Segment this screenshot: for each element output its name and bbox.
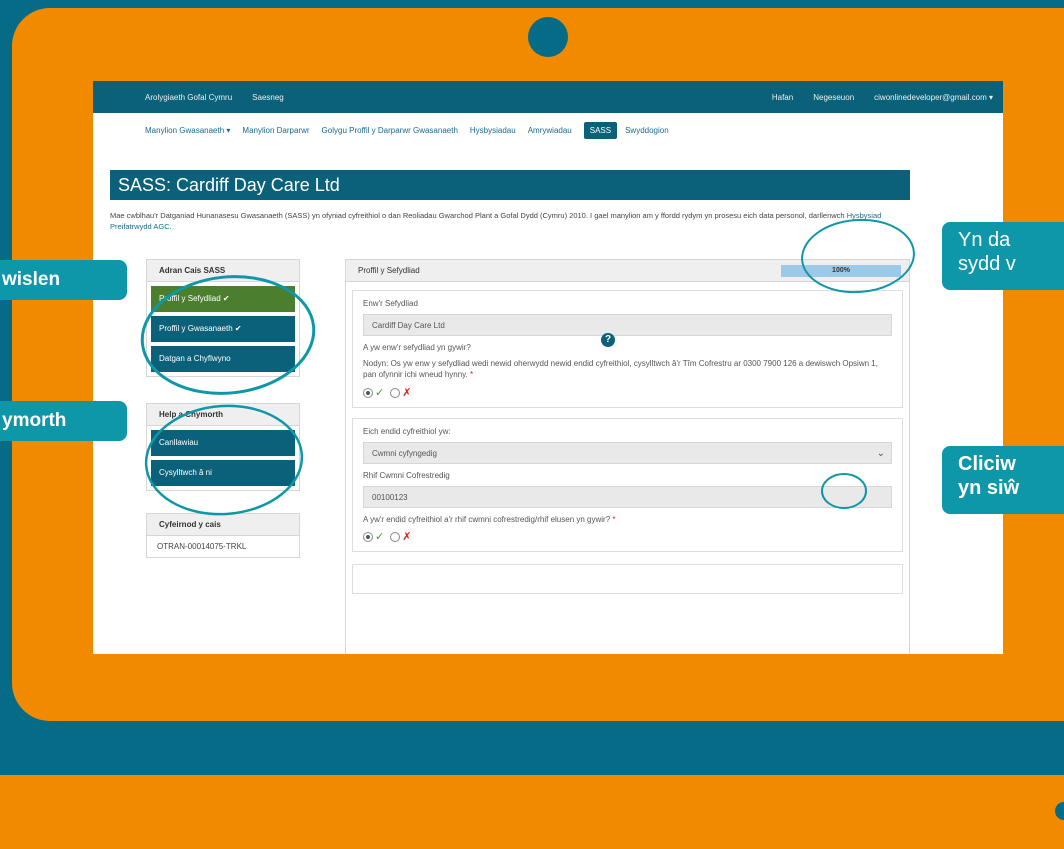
note-body: Nodyn: Os yw enw y sefydliad wedi newid … — [363, 359, 878, 379]
legal-entity-value: Cwmni cyfyngedig — [372, 449, 437, 458]
camera-icon — [528, 17, 568, 57]
chevron-down-icon: ⌄ — [876, 448, 885, 459]
panel-title: Cyfeirnod y cais — [147, 514, 299, 536]
sidebar-item-service-profile[interactable]: Proffil y Gwasanaeth ✔ — [151, 316, 295, 342]
main-nav: Manylion Gwasanaeth ▾ Manylion Darparwr … — [93, 113, 1003, 147]
check-icon: ✓ — [375, 387, 385, 399]
callout-help: ymorth — [0, 401, 127, 441]
top-bar: Arolygiaeth Gofal Cymru Saesneg Hafan Ne… — [93, 81, 1003, 113]
callout-progress: Yn da sydd v — [942, 222, 1064, 290]
sidebar-item-declare-submit[interactable]: Datgan a Chyflwyno — [151, 346, 295, 372]
company-question: A yw'r endid cyfreithiol a'r rhif cwmni … — [363, 515, 892, 524]
company-question-text: A yw'r endid cyfreithiol a'r rhif cwmni … — [363, 515, 611, 524]
sidebar-item-guidance[interactable]: Canllawiau — [151, 430, 295, 456]
section-heading: Proffil y Sefydliad — [358, 266, 420, 275]
cross-icon: ✗ — [402, 387, 412, 399]
legal-entity-card: Eich endid cyfreithiol yw: Cwmni cyfynge… — [352, 418, 903, 552]
sidebar-item-organisation-profile[interactable]: Proffil y Sefydliad ✔ — [151, 286, 295, 312]
org-name-card: Enw'r Sefydliad Cardiff Day Care Ltd A y… — [352, 290, 903, 408]
required-mark: * — [612, 515, 616, 524]
nav-edit-provider-profile[interactable]: Golygu Proffil y Darparwr Gwasanaeth — [322, 126, 458, 135]
home-link[interactable]: Hafan — [772, 93, 793, 102]
legal-entity-label: Eich endid cyfreithiol yw: — [363, 427, 451, 436]
frame-base — [0, 775, 1064, 849]
language-link[interactable]: Saesneg — [252, 93, 284, 102]
nav-notifications[interactable]: Hysbysiadau — [470, 126, 516, 135]
required-mark: * — [470, 370, 474, 379]
main-content: Proffil y Sefydliad 100% Enw'r Sefydliad… — [345, 259, 910, 654]
next-card — [352, 564, 903, 594]
messages-link[interactable]: Negeseuon — [813, 93, 854, 102]
reference-panel: Cyfeirnod y cais OTRAN-00014075-TRKL — [146, 513, 300, 558]
callout-click-line2: yn siŵ — [958, 477, 1020, 499]
help-icon[interactable]: ? — [601, 333, 615, 347]
progress-bar: 100% — [781, 265, 901, 277]
sidebar-item-contact[interactable]: Cysylltwch â ni — [151, 460, 295, 486]
org-name-radios: ✓ ✗ — [363, 386, 892, 399]
note-text: Nodyn: Os yw enw y sefydliad wedi newid … — [363, 358, 892, 380]
panel-title: Adran Cais SASS — [147, 260, 299, 282]
nav-variations[interactable]: Amrywiadau — [528, 126, 572, 135]
nav-officers[interactable]: Swyddogion — [625, 126, 669, 135]
nav-service-details[interactable]: Manylion Gwasanaeth ▾ — [145, 126, 230, 135]
company-number-label: Rhif Cwmni Cofrestredig — [363, 471, 450, 480]
yes-radio[interactable] — [363, 387, 373, 398]
no-radio[interactable] — [390, 387, 401, 398]
nav-provider-details[interactable]: Manylion Darparwr — [242, 126, 309, 135]
check-icon: ✓ — [375, 531, 385, 543]
callout-click-line1: Cliciw — [958, 453, 1016, 475]
org-name-field[interactable]: Cardiff Day Care Ltd — [363, 314, 892, 336]
legal-entity-select[interactable]: Cwmni cyfyngedig ⌄ — [363, 442, 892, 464]
intro-body: Mae cwblhau'r Datganiad Hunanasesu Gwasa… — [110, 211, 845, 220]
cross-icon: ✗ — [402, 531, 412, 543]
org-name-question: A yw enw'r sefydliad yn gywir? — [363, 343, 471, 352]
user-menu[interactable]: ciwonlinedeveloper@gmail.com ▾ — [874, 93, 993, 102]
intro-text: Mae cwblhau'r Datganiad Hunanasesu Gwasa… — [110, 210, 925, 232]
reference-value: OTRAN-00014075-TRKL — [157, 542, 247, 551]
callout-menu: wislen — [0, 260, 127, 300]
org-link[interactable]: Arolygiaeth Gofal Cymru — [145, 93, 232, 102]
company-radios: ✓ ✗ — [363, 530, 892, 543]
callout-click: Cliciw yn siŵ — [942, 446, 1064, 514]
callout-progress-line1: Yn da — [958, 229, 1011, 251]
callout-progress-line2: sydd v — [958, 253, 1016, 275]
nav-sass[interactable]: SASS — [583, 121, 618, 139]
sass-section-panel: Adran Cais SASS Proffil y Sefydliad ✔ Pr… — [146, 259, 300, 377]
help-panel: Help a Chymorth Canllawiau Cysylltwch â … — [146, 403, 300, 491]
panel-title: Help a Chymorth — [147, 404, 299, 426]
content-header: Proffil y Sefydliad 100% — [346, 260, 909, 282]
yes-radio[interactable] — [363, 531, 373, 542]
app-screen: Arolygiaeth Gofal Cymru Saesneg Hafan Ne… — [93, 81, 1003, 654]
page-title: SASS: Cardiff Day Care Ltd — [110, 170, 910, 200]
company-number-field[interactable]: 00100123 — [363, 486, 892, 508]
no-radio[interactable] — [390, 531, 401, 542]
org-name-label: Enw'r Sefydliad — [363, 299, 418, 308]
